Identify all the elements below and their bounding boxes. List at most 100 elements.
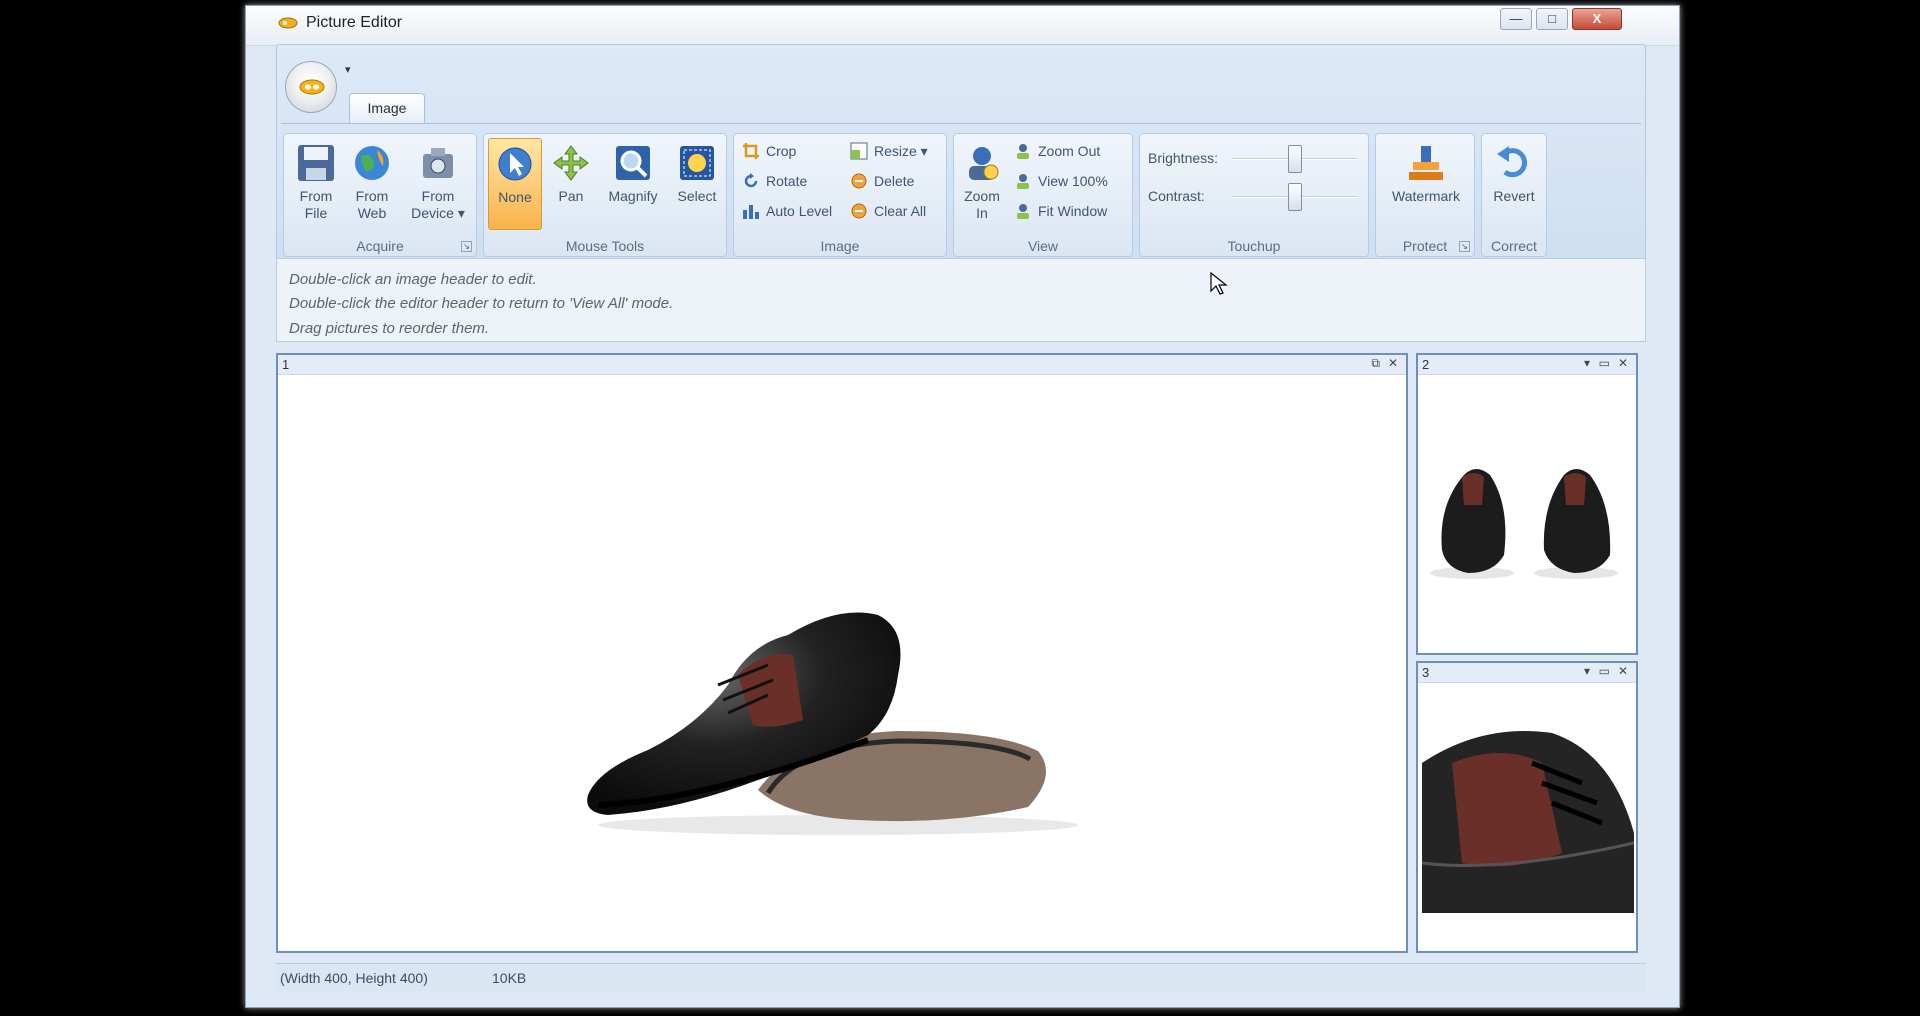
status-bar: (Width 400, Height 400) 10KB <box>276 963 1646 991</box>
zoom-out-icon <box>1017 144 1029 159</box>
ribbon: ▾ Image From File From Web From Device ▾… <box>276 44 1646 262</box>
mouse-tool-select-button[interactable]: Select <box>670 138 724 230</box>
shoe-pair-front-thumbnail <box>1430 469 1618 579</box>
from-file-button[interactable]: From File <box>288 138 344 230</box>
close-icon[interactable]: ✕ <box>1618 664 1628 678</box>
image-group-label: Image <box>820 238 860 254</box>
mouse-cursor-icon <box>1210 272 1228 295</box>
collapse-icon[interactable]: ▾ <box>1584 356 1590 370</box>
fit-window-button[interactable]: Fit Window <box>1014 198 1107 224</box>
from-web-label-2: Web <box>357 205 387 221</box>
auto-level-label: Auto Level <box>766 203 833 219</box>
from-file-label-2: File <box>304 205 328 221</box>
image-panel-1[interactable]: 1 ⧉ ✕ <box>276 353 1408 953</box>
fit-window-icon <box>1017 204 1029 219</box>
brightness-label: Brightness: <box>1148 150 1219 166</box>
shoe-pair-image <box>587 612 1078 835</box>
mouse-tool-magnify-button[interactable]: Magnify <box>600 138 666 230</box>
group-touchup: Brightness: Contrast: Touchup <box>1139 133 1369 257</box>
image-panel-2[interactable]: 2 ▾ ▭ ✕ <box>1416 353 1638 655</box>
group-correct: Revert Correct <box>1481 133 1547 257</box>
minimize-button[interactable]: — <box>1500 8 1532 30</box>
rotate-label: Rotate <box>766 173 808 189</box>
maximize-icon[interactable]: ▭ <box>1599 664 1610 678</box>
camera-icon <box>423 148 453 178</box>
acquire-group-label: Acquire <box>356 238 404 254</box>
from-device-button[interactable]: From Device ▾ <box>404 138 472 230</box>
title-bar[interactable]: Picture Editor — □ X <box>246 6 1679 46</box>
group-view: Zoom In Zoom Out View 100% Fit Window Vi… <box>953 133 1133 257</box>
from-web-label-1: From <box>355 188 389 204</box>
protect-dialog-launcher-icon[interactable]: ↘ <box>1459 241 1470 252</box>
pan-arrows-icon <box>553 145 589 181</box>
app-icon <box>278 17 298 29</box>
panel-number: 1 <box>282 357 290 372</box>
close-button[interactable]: X <box>1572 8 1622 30</box>
group-protect: Watermark Protect ↘ <box>1375 133 1475 257</box>
clear-all-button[interactable]: Clear All <box>850 198 926 224</box>
contrast-slider-thumb[interactable] <box>1288 183 1302 211</box>
tab-underline <box>281 123 1641 124</box>
undo-arrow-icon <box>1497 146 1527 178</box>
fit-window-label: Fit Window <box>1038 203 1108 219</box>
mouse-tool-pan-button[interactable]: Pan <box>546 138 596 230</box>
maximize-button[interactable]: □ <box>1536 8 1568 30</box>
hint-line: Drag pictures to reorder them. <box>289 320 490 337</box>
mouse-tool-magnify-label: Magnify <box>608 188 658 204</box>
rotate-button[interactable]: Rotate <box>742 168 807 194</box>
zoom-out-label: Zoom Out <box>1038 143 1101 159</box>
zoom-in-label-2: In <box>976 205 988 221</box>
magnifier-icon <box>616 146 650 180</box>
zoom-in-label-1: Zoom <box>964 188 1000 204</box>
watermark-button[interactable]: Watermark <box>1384 138 1468 230</box>
shoe-closeup-thumbnail <box>1422 723 1634 913</box>
collapse-icon[interactable]: ▾ <box>1584 664 1590 678</box>
select-region-icon <box>680 146 714 180</box>
from-file-label-1: From <box>299 188 333 204</box>
close-icon[interactable]: ✕ <box>1618 356 1628 370</box>
resize-label: Resize ▾ <box>874 143 928 159</box>
image-panel-header[interactable]: 1 ⧉ ✕ <box>278 355 1406 375</box>
revert-button[interactable]: Revert <box>1486 138 1542 230</box>
rotate-icon <box>744 173 758 188</box>
view-100-label: View 100% <box>1038 173 1108 189</box>
delete-button[interactable]: Delete <box>850 168 914 194</box>
touchup-group-label: Touchup <box>1227 238 1281 254</box>
image-panel-header[interactable]: 3 ▾ ▭ ✕ <box>1418 663 1636 683</box>
restore-icon[interactable]: ⧉ <box>1371 356 1380 371</box>
panel-number: 3 <box>1422 665 1430 680</box>
from-web-button[interactable]: From Web <box>344 138 400 230</box>
group-mouse-tools: None Pan Magnify Select Mouse Tools <box>483 133 727 257</box>
mouse-tools-group-label: Mouse Tools <box>565 238 645 254</box>
correct-group-label: Correct <box>1491 238 1537 254</box>
view-100-icon <box>1017 174 1029 189</box>
group-acquire: From File From Web From Device ▾ Acquire… <box>283 133 477 257</box>
mouse-tool-none-button[interactable]: None <box>488 138 542 230</box>
acquire-dialog-launcher-icon[interactable]: ↘ <box>461 241 472 252</box>
image-panel-header[interactable]: 2 ▾ ▭ ✕ <box>1418 355 1636 375</box>
quick-access-toolbar-dropdown[interactable]: ▾ <box>345 63 375 81</box>
image-dimensions-text: (Width 400, Height 400) <box>280 970 428 986</box>
crop-button[interactable]: Crop <box>742 138 796 164</box>
window-title: Picture Editor <box>306 14 403 31</box>
from-device-label-2: Device ▾ <box>411 205 465 221</box>
resize-button[interactable]: Resize ▾ <box>850 138 928 164</box>
close-icon[interactable]: ✕ <box>1388 356 1398 370</box>
watermark-stamp-icon <box>1409 146 1443 180</box>
zoom-in-button[interactable]: Zoom In <box>958 138 1006 230</box>
brightness-slider-thumb[interactable] <box>1288 145 1302 173</box>
mouse-tool-none-label: None <box>498 189 532 205</box>
application-menu-button[interactable] <box>285 61 337 113</box>
view-100-button[interactable]: View 100% <box>1014 168 1108 194</box>
view-group-label: View <box>1027 238 1059 254</box>
tab-image[interactable]: Image <box>349 93 425 123</box>
app-orb-icon <box>299 79 325 95</box>
group-image: Crop Rotate Auto Level Resize ▾ Delete C… <box>733 133 947 257</box>
maximize-icon[interactable]: ▭ <box>1599 356 1610 370</box>
watermark-label: Watermark <box>1392 188 1460 204</box>
globe-icon <box>355 146 389 180</box>
auto-level-button[interactable]: Auto Level <box>742 198 832 224</box>
image-panel-3[interactable]: 3 ▾ ▭ ✕ <box>1416 661 1638 953</box>
histogram-icon <box>743 205 759 219</box>
zoom-out-button[interactable]: Zoom Out <box>1014 138 1100 164</box>
